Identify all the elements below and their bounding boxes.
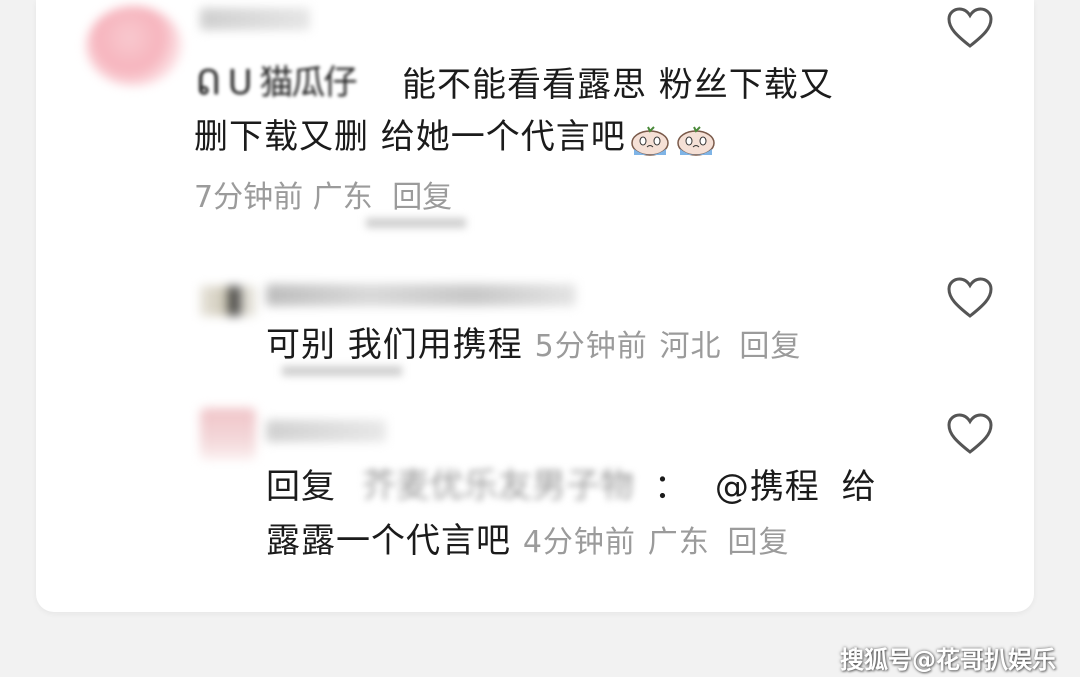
heart-outline-icon[interactable] [946, 412, 994, 456]
reply-location: 河北 [659, 329, 722, 364]
comment-location: 广东 [312, 180, 373, 215]
reply-text-line1-rest: ： @携程 给 [654, 462, 877, 512]
blur-artifact [366, 218, 466, 228]
comment-time: 7分钟前 [194, 180, 304, 215]
reply-text-after: 给 [841, 467, 877, 507]
username-blurred[interactable] [200, 8, 310, 30]
reply-prefix: 回复 [266, 467, 336, 507]
reply-text: 可别 我们用携程 [266, 325, 523, 365]
reply-location: 广东 [647, 525, 710, 560]
blur-artifact [282, 366, 402, 376]
reply-button[interactable]: 回复 [739, 329, 801, 364]
username-partial: ᕠ ᑌ 猫瓜仔 [196, 63, 357, 103]
reply-button[interactable]: 回复 [728, 525, 790, 560]
crying-face-icon [674, 121, 718, 157]
comment-text-part1: 能不能看看露思 粉丝下载又 [402, 65, 834, 105]
username-blurred[interactable] [266, 284, 576, 306]
heart-outline-icon[interactable] [946, 6, 994, 50]
crying-face-icon [628, 121, 672, 157]
reply-text-line2: 露露一个代言吧 4分钟前 广东 回复 [266, 516, 790, 568]
avatar[interactable] [200, 408, 256, 460]
reply-text-line: 可别 我们用携程 5分钟前 河北 回复 [266, 320, 801, 372]
reply-text: 露露一个代言吧 [266, 521, 511, 561]
comment-meta: 7分钟前 广东 回复 [194, 176, 452, 220]
username-blurred[interactable] [266, 420, 386, 442]
reply-button[interactable]: 回复 [392, 180, 452, 215]
replied-username-blurred[interactable]: 芥麦优乐友男子物 [362, 466, 682, 506]
reply-time: 5分钟前 [534, 329, 648, 364]
reply-time: 4分钟前 [522, 525, 636, 560]
comment-text-line2: 删下载又删 给她一个代言吧 [194, 112, 718, 162]
avatar[interactable] [200, 286, 256, 316]
mention-link[interactable]: @携程 [715, 467, 820, 507]
comment-text-part2: 删下载又删 给她一个代言吧 [194, 117, 626, 157]
watermark: 搜狐号@花哥扒娱乐 [840, 646, 1056, 674]
avatar[interactable] [86, 6, 182, 86]
reply-text-line1: 回复 [266, 462, 336, 512]
heart-outline-icon[interactable] [946, 276, 994, 320]
reply-colon: ： [654, 467, 689, 507]
comment-text-line1: 能不能看看露思 粉丝下载又 [402, 60, 892, 110]
